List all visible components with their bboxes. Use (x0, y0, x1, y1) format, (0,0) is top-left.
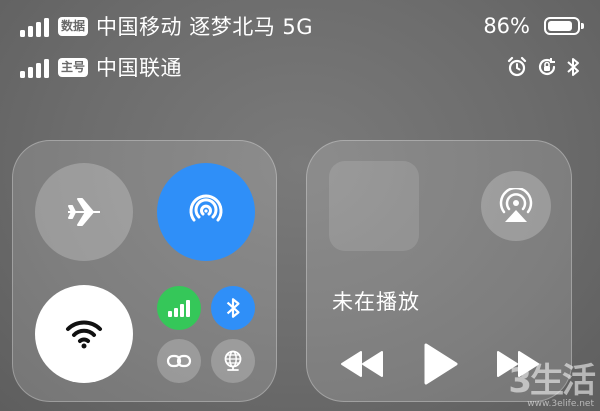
airplane-mode-toggle[interactable] (35, 163, 133, 261)
sim1-carrier: 中国移动 逐梦北马 5G (96, 15, 313, 39)
rotation-lock-icon (538, 58, 556, 76)
album-artwork (329, 161, 419, 251)
bluetooth-icon (567, 58, 579, 76)
personal-hotspot-toggle[interactable] (157, 339, 201, 383)
bluetooth-icon (226, 298, 240, 318)
vpn-toggle[interactable] (211, 339, 255, 383)
connectivity-panel[interactable] (12, 140, 277, 402)
play-icon (424, 343, 458, 385)
cellular-data-icon (168, 300, 190, 317)
rewind-button[interactable] (337, 339, 387, 389)
airdrop-toggle[interactable] (157, 163, 255, 261)
sim2-badge: 主号 (58, 57, 89, 77)
airplane-icon (68, 198, 100, 226)
signal-strength-icon (20, 15, 49, 37)
play-button[interactable] (415, 337, 465, 391)
alarm-icon (507, 56, 527, 77)
globe-network-icon (224, 350, 242, 371)
status-row-sim1: 数据 中国移动 逐梦北马 5G 86% (0, 8, 600, 44)
watermark: 3生活 www.3elife.net (508, 361, 596, 409)
airdrop-icon (189, 194, 223, 222)
airplay-icon (499, 188, 533, 222)
airplay-button[interactable] (481, 171, 551, 241)
signal-strength-icon (20, 56, 49, 78)
bluetooth-toggle[interactable] (211, 286, 255, 330)
personal-hotspot-icon (166, 354, 192, 368)
battery-percent: 86% (483, 14, 530, 38)
wifi-toggle[interactable] (35, 285, 133, 383)
cellular-data-toggle[interactable] (157, 286, 201, 330)
watermark-logo: 3生活 (508, 361, 596, 401)
battery-fill (548, 21, 573, 31)
rewind-icon (341, 351, 383, 377)
battery-icon (544, 17, 584, 35)
wifi-icon (66, 320, 102, 349)
now-playing-label: 未在播放 (332, 290, 420, 314)
status-row-sim2: 主号 中国联通 (0, 50, 600, 84)
sim1-badge: 数据 (58, 16, 89, 36)
sim2-carrier: 中国联通 (96, 56, 183, 80)
